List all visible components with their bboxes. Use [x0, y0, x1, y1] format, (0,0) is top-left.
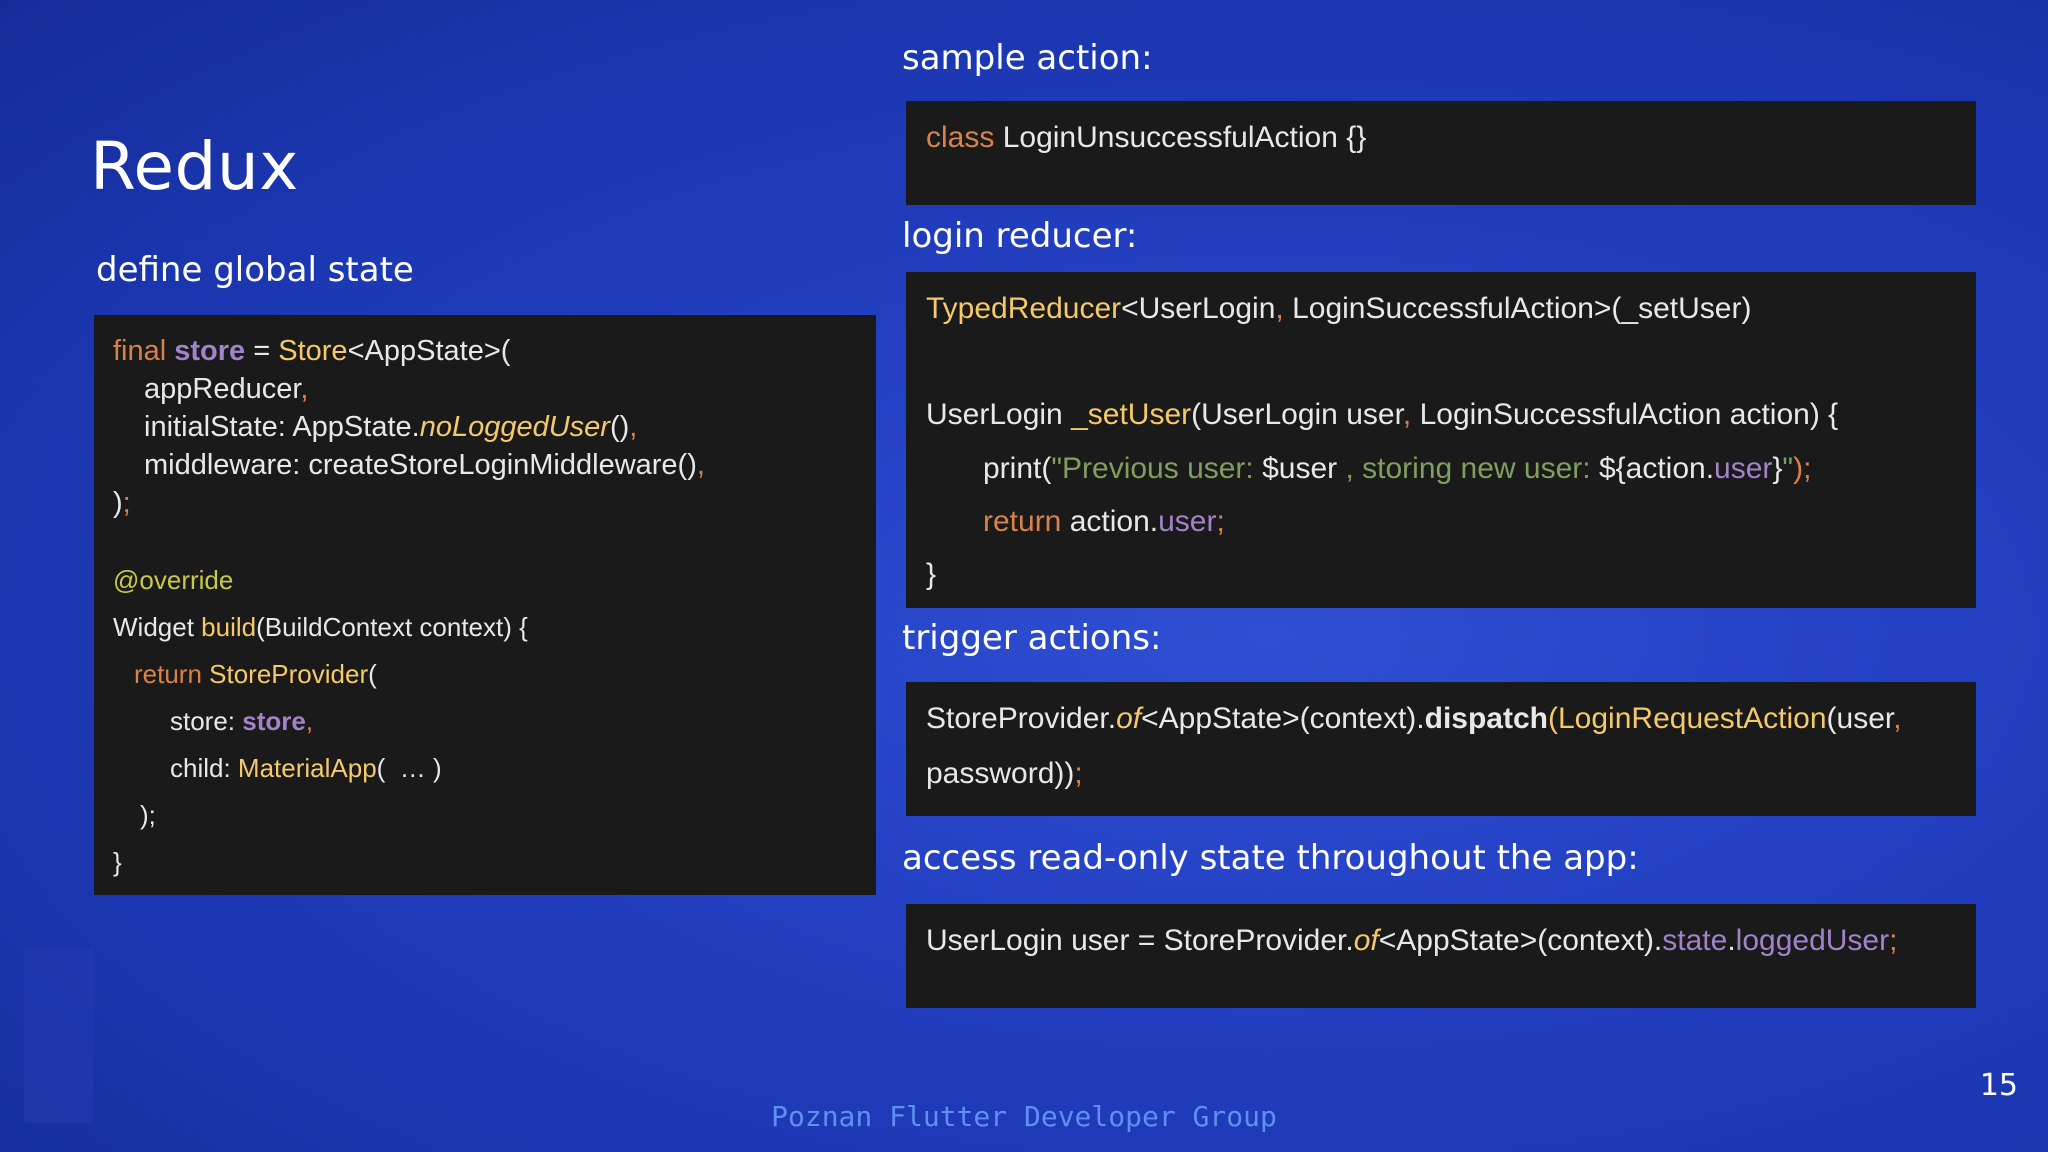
action-code-block: class LoginUnsuccessfulAction {} — [906, 101, 1976, 205]
access-code-block: UserLogin user = StoreProvider.of<AppSta… — [906, 904, 1976, 1008]
code-line: child: MaterialApp( … ) — [170, 753, 442, 783]
code-line: password)); — [926, 757, 1083, 790]
decorative-shape — [24, 948, 94, 1123]
page-number: 15 — [1979, 1068, 2018, 1103]
code-line: UserLogin user = StoreProvider.of<AppSta… — [926, 924, 1898, 957]
login-reducer-label: login reducer: — [902, 216, 1138, 256]
code-line: return action.user; — [983, 505, 1225, 538]
code-line: Widget build(BuildContext context) { — [113, 612, 528, 642]
code-line: } — [926, 558, 937, 591]
footer-text: Poznan Flutter Developer Group — [771, 1100, 1277, 1133]
code-line: class LoginUnsuccessfulAction {} — [926, 121, 1367, 154]
trigger-actions-label: trigger actions: — [902, 618, 1162, 658]
code-line: ); — [140, 800, 156, 830]
code-line: ); — [113, 487, 131, 519]
code-line: initialState: AppState.noLoggedUser(), — [144, 411, 638, 443]
trigger-code-block: StoreProvider.of<AppState>(context).disp… — [906, 682, 1976, 816]
code-line: StoreProvider.of<AppState>(context).disp… — [926, 702, 1902, 735]
define-state-label: define global state — [96, 250, 414, 290]
state-code-block: final store = Store<AppState>( appReduce… — [94, 315, 876, 895]
code-line: TypedReducer<UserLogin, LoginSuccessfulA… — [926, 292, 1752, 325]
code-line: final store = Store<AppState>( — [113, 335, 511, 367]
code-line: UserLogin _setUser(UserLogin user, Login… — [926, 398, 1839, 431]
code-line: return StoreProvider( — [134, 659, 377, 689]
code-line: } — [113, 847, 122, 877]
slide-title: Redux — [90, 128, 299, 205]
code-line: middleware: createStoreLoginMiddleware()… — [144, 449, 705, 481]
code-line: store: store, — [170, 706, 314, 736]
reducer-code-block: TypedReducer<UserLogin, LoginSuccessfulA… — [906, 272, 1976, 608]
code-line: print("Previous user: $user , storing ne… — [983, 452, 1812, 485]
code-line: appReducer, — [144, 373, 309, 405]
sample-action-label: sample action: — [902, 38, 1153, 78]
access-state-label: access read-only state throughout the ap… — [902, 838, 1639, 878]
code-line: @override — [113, 565, 234, 595]
